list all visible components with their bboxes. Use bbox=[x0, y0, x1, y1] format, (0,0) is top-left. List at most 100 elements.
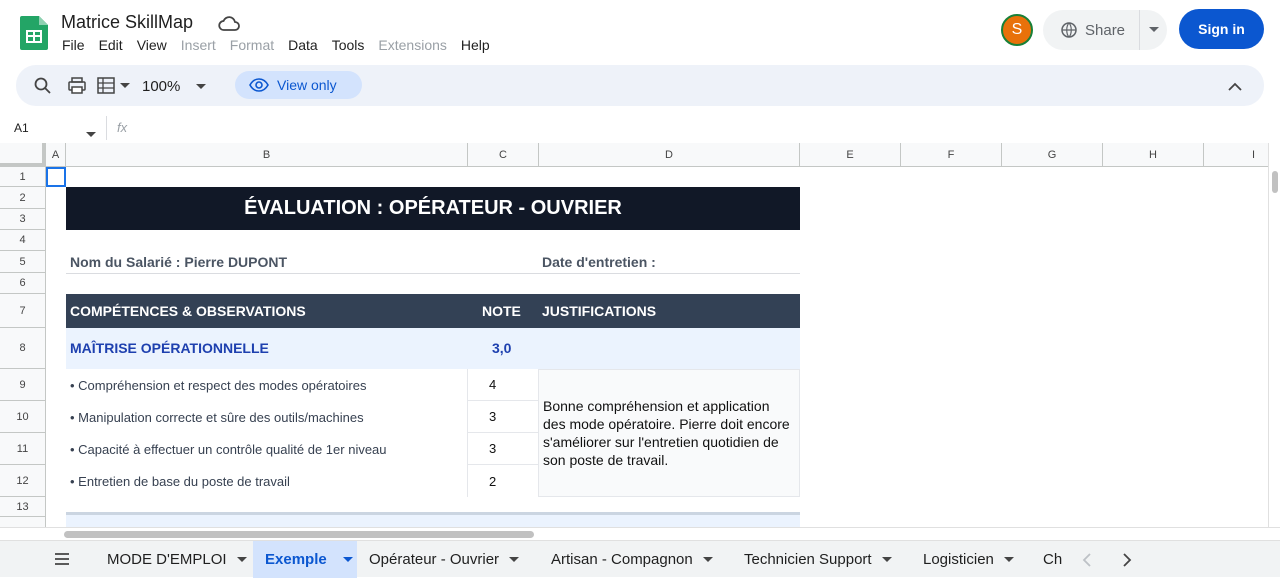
table-row: • Capacité à effectuer un contrôle quali… bbox=[66, 433, 538, 465]
row-header[interactable]: 8 bbox=[0, 328, 46, 369]
menu-data[interactable]: Data bbox=[288, 37, 318, 53]
row-header-partial[interactable] bbox=[0, 517, 46, 527]
cloud-status-icon[interactable] bbox=[218, 14, 240, 34]
collapse-toolbar-icon[interactable] bbox=[1228, 79, 1242, 97]
tab-logisticien[interactable]: Logisticien bbox=[911, 541, 1031, 578]
row-header[interactable]: 11 bbox=[0, 433, 46, 465]
view-only-label: View only bbox=[277, 77, 337, 93]
justification-cell[interactable]: Bonne compréhension et application des m… bbox=[538, 369, 800, 497]
row-header[interactable]: 3 bbox=[0, 209, 46, 230]
select-all-corner[interactable] bbox=[0, 143, 46, 167]
share-label: Share bbox=[1085, 21, 1126, 39]
sheet-tab-bar: MODE D'EMPLOI Exemple Opérateur - Ouvrie… bbox=[0, 540, 1280, 578]
row-header[interactable]: 2 bbox=[0, 187, 46, 209]
vertical-scrollbar[interactable] bbox=[1268, 143, 1280, 527]
header-competences: COMPÉTENCES & OBSERVATIONS bbox=[70, 303, 306, 319]
share-main[interactable]: Share bbox=[1043, 22, 1139, 39]
column-header-a[interactable]: A bbox=[46, 143, 66, 167]
chevron-down-icon bbox=[702, 556, 713, 562]
item-note[interactable]: 3 bbox=[467, 433, 538, 465]
menu-file[interactable]: File bbox=[62, 37, 85, 53]
tab-label: Ch bbox=[1043, 551, 1063, 568]
share-button[interactable]: Share bbox=[1043, 10, 1167, 50]
column-header-c[interactable]: C bbox=[468, 143, 539, 167]
vertical-scroll-thumb[interactable] bbox=[1272, 171, 1278, 193]
paint-format-icon[interactable] bbox=[97, 77, 130, 95]
tab-technicien-support[interactable]: Technicien Support bbox=[732, 541, 911, 578]
all-sheets-menu-icon[interactable] bbox=[54, 552, 70, 571]
row-header[interactable]: 9 bbox=[0, 369, 46, 401]
column-header-h[interactable]: H bbox=[1103, 143, 1204, 167]
spreadsheet-grid: A B C D E F G H I 1 2 3 4 5 6 7 8 9 10 1… bbox=[0, 143, 1268, 527]
row-header[interactable]: 12 bbox=[0, 465, 46, 497]
table-row: • Manipulation correcte et sûre des outi… bbox=[66, 401, 538, 433]
item-label: • Capacité à effectuer un contrôle quali… bbox=[70, 442, 387, 457]
user-avatar[interactable]: S bbox=[1001, 14, 1033, 46]
column-header-f[interactable]: F bbox=[901, 143, 1002, 167]
column-headers: A B C D E F G H I bbox=[0, 143, 1268, 167]
tab-operateur-ouvrier[interactable]: Opérateur - Ouvrier bbox=[357, 541, 539, 578]
row-header[interactable]: 10 bbox=[0, 401, 46, 433]
tab-scroll-left-icon[interactable] bbox=[1082, 553, 1092, 572]
formula-input[interactable] bbox=[146, 116, 1266, 140]
tab-scroll-right-icon[interactable] bbox=[1122, 553, 1132, 572]
menu-tools[interactable]: Tools bbox=[332, 37, 365, 53]
section-title: MAÎTRISE OPÉRATIONNELLE bbox=[70, 340, 269, 356]
share-dropdown-icon[interactable] bbox=[1139, 10, 1167, 50]
column-header-i[interactable]: I bbox=[1204, 143, 1268, 167]
sheets-logo-icon[interactable] bbox=[20, 16, 48, 50]
tab-artisan-compagnon[interactable]: Artisan - Compagnon bbox=[539, 541, 732, 578]
row-header[interactable]: 4 bbox=[0, 230, 46, 251]
sign-in-button[interactable]: Sign in bbox=[1179, 9, 1264, 49]
row-header[interactable]: 7 bbox=[0, 294, 46, 328]
item-note[interactable]: 2 bbox=[467, 465, 538, 497]
fx-icon: fx bbox=[117, 120, 128, 135]
view-only-badge[interactable]: View only bbox=[235, 71, 362, 99]
sheet-title: ÉVALUATION : OPÉRATEUR - OUVRIER bbox=[66, 187, 800, 230]
menu-format[interactable]: Format bbox=[230, 37, 274, 53]
tab-partial[interactable]: Ch bbox=[1031, 541, 1069, 578]
table-header: COMPÉTENCES & OBSERVATIONS NOTE JUSTIFIC… bbox=[66, 294, 800, 328]
item-label: • Compréhension et respect des modes opé… bbox=[70, 378, 367, 393]
zoom-select[interactable]: 100% bbox=[142, 78, 207, 95]
app-header: Matrice SkillMap File Edit View Insert F… bbox=[0, 0, 1280, 64]
horizontal-scroll-thumb[interactable] bbox=[64, 531, 534, 538]
search-icon[interactable] bbox=[34, 77, 52, 100]
name-box[interactable]: A1 bbox=[14, 121, 29, 135]
header-note: NOTE bbox=[482, 303, 521, 319]
column-header-e[interactable]: E bbox=[800, 143, 901, 167]
item-label: • Entretien de base du poste de travail bbox=[70, 474, 290, 489]
item-label: • Manipulation correcte et sûre des outi… bbox=[70, 410, 364, 425]
row-header[interactable]: 13 bbox=[0, 497, 46, 517]
column-header-d[interactable]: D bbox=[539, 143, 800, 167]
name-box-dropdown-icon[interactable] bbox=[86, 125, 96, 143]
header-justifications: JUSTIFICATIONS bbox=[542, 303, 657, 319]
row-header[interactable]: 5 bbox=[0, 251, 46, 273]
menu-edit[interactable]: Edit bbox=[99, 37, 123, 53]
next-section-row bbox=[66, 512, 800, 527]
column-header-g[interactable]: G bbox=[1002, 143, 1103, 167]
tab-mode-emploi[interactable]: MODE D'EMPLOI bbox=[95, 541, 253, 578]
chevron-down-icon bbox=[342, 556, 353, 562]
menu-extensions[interactable]: Extensions bbox=[378, 37, 446, 53]
item-note[interactable]: 3 bbox=[467, 401, 538, 433]
print-icon[interactable] bbox=[68, 77, 86, 100]
tab-label: Artisan - Compagnon bbox=[551, 551, 693, 568]
column-header-b[interactable]: B bbox=[66, 143, 468, 167]
tab-label: Technicien Support bbox=[744, 551, 872, 568]
row-header[interactable]: 6 bbox=[0, 273, 46, 294]
menu-view[interactable]: View bbox=[137, 37, 167, 53]
selected-cell-a1[interactable] bbox=[46, 167, 66, 187]
item-note[interactable]: 4 bbox=[467, 369, 538, 401]
menu-help[interactable]: Help bbox=[461, 37, 490, 53]
horizontal-scrollbar[interactable] bbox=[0, 527, 1280, 540]
eye-icon bbox=[249, 78, 269, 92]
chevron-down-icon bbox=[196, 83, 207, 89]
tab-exemple[interactable]: Exemple bbox=[253, 541, 357, 578]
menu-insert[interactable]: Insert bbox=[181, 37, 216, 53]
tab-label: MODE D'EMPLOI bbox=[107, 551, 227, 568]
chevron-down-icon bbox=[1003, 556, 1014, 562]
row-header[interactable]: 1 bbox=[0, 167, 46, 187]
chevron-down-icon bbox=[509, 556, 520, 562]
document-title[interactable]: Matrice SkillMap bbox=[61, 12, 193, 33]
